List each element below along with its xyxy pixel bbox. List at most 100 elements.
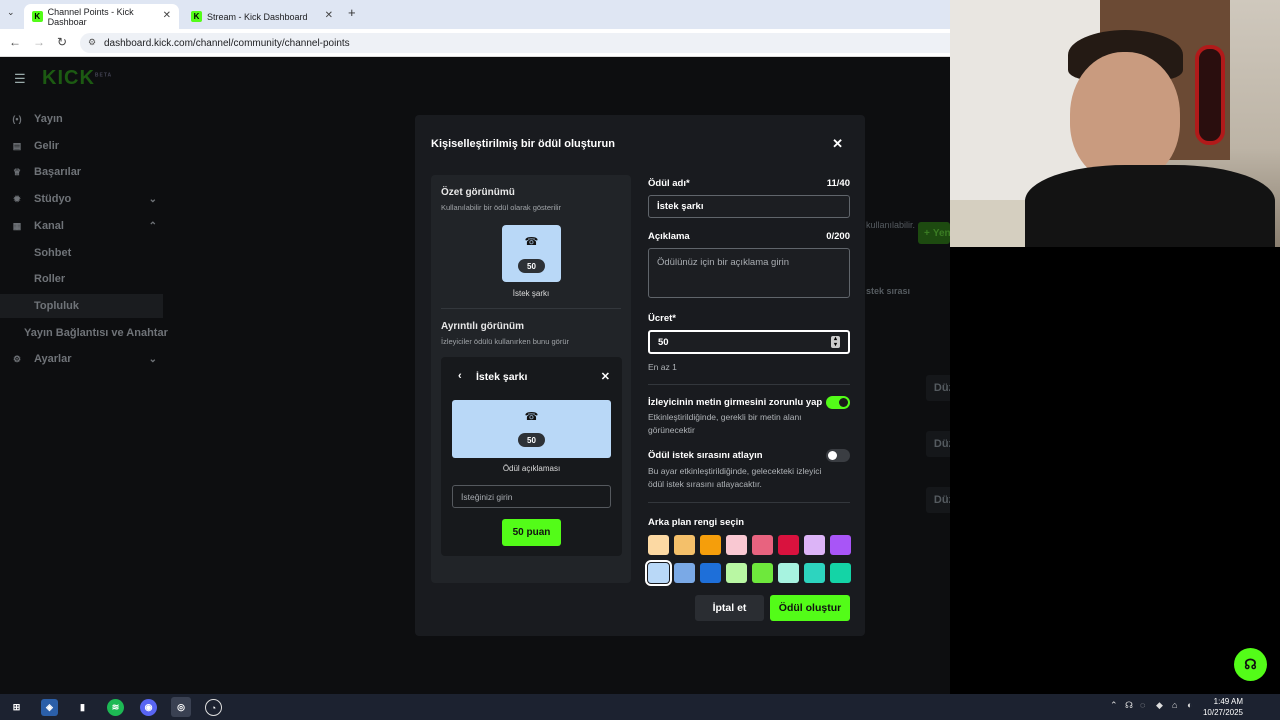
cost-pill: 50 <box>518 259 545 273</box>
tray-arrow-icon[interactable]: ⌃ <box>1110 700 1118 711</box>
sidebar-item-label: Başarılar <box>34 166 82 178</box>
color-swatch[interactable] <box>700 535 721 555</box>
network-icon[interactable]: ⌂ <box>1172 700 1177 710</box>
require-text-toggle[interactable] <box>826 396 850 409</box>
browser-tab-bar: ⌄ K Channel Points - Kick Dashboar ✕ K S… <box>0 0 950 29</box>
url-field[interactable]: ⚙ dashboard.kick.com/channel/community/c… <box>80 33 950 53</box>
app-icon[interactable]: ▮ <box>74 699 91 716</box>
detail-heading: Ayrıntılı görünüm <box>441 321 524 332</box>
color-swatch[interactable] <box>648 535 669 555</box>
new-tab-icon[interactable]: + <box>348 5 356 20</box>
sidebar-item-label: Roller <box>34 273 66 285</box>
skip-queue-description: Bu ayar etkinleştirildiğinde, gelecektek… <box>648 466 822 489</box>
edit-button[interactable]: Düzenle <box>926 487 950 513</box>
support-chat-icon[interactable]: ☊ <box>1234 648 1267 681</box>
color-swatch[interactable] <box>804 563 825 583</box>
windows-taskbar: ⊞ ◈ ▮ ≋ ◉ ◎ ◔ ⌃ ☊ ◌ ◆ ⌂ ◐ 1:49 AM 10/27/… <box>0 694 1280 720</box>
redeem-button-preview: 50 puan <box>502 519 561 546</box>
volume-icon[interactable]: ◐ <box>1187 700 1192 710</box>
sidebar-item-topluluk[interactable]: Topluluk <box>0 294 163 318</box>
sidebar-item-gelir[interactable]: ▤ Gelir <box>0 134 163 158</box>
modal-title: Kişiselleştirilmiş bir ödül oluşturun <box>431 138 615 150</box>
color-swatch[interactable] <box>645 560 672 586</box>
webcam-person-body <box>1025 165 1275 255</box>
color-label: Arka plan rengi seçin <box>648 517 745 528</box>
back-arrow-icon[interactable]: ← <box>9 35 21 49</box>
tab-close-icon[interactable]: ✕ <box>163 10 171 21</box>
card-banner: ☎ 50 <box>452 400 611 458</box>
divider <box>441 308 621 309</box>
stepper-icon[interactable]: ▴ ▾ <box>831 336 840 348</box>
tab-search-chevron-icon[interactable]: ⌄ <box>7 7 15 18</box>
color-swatch[interactable] <box>804 535 825 555</box>
sidebar-item-kanal[interactable]: ▦ Kanal ⌃ <box>0 214 163 238</box>
cost-input[interactable]: 50 ▴ ▾ <box>648 330 850 354</box>
tab-stream[interactable]: K Stream - Kick Dashboard ✕ <box>183 4 341 29</box>
tab-close-icon[interactable]: ✕ <box>325 10 333 21</box>
color-swatch[interactable] <box>830 535 851 555</box>
color-swatch[interactable] <box>674 535 695 555</box>
color-swatch[interactable] <box>830 563 851 583</box>
queue-link[interactable]: stek sırası <box>866 286 910 296</box>
description-textarea[interactable]: Ödülünüz için bir açıklama girin <box>648 248 850 298</box>
tab-channel-points[interactable]: K Channel Points - Kick Dashboar ✕ <box>24 4 179 29</box>
create-new-button[interactable]: + Yenisini oluştur <box>918 222 950 244</box>
tray-icon[interactable]: ◌ <box>1140 700 1145 710</box>
sidebar-item-ayarlar[interactable]: ⚙ Ayarlar ⌄ <box>0 347 163 371</box>
color-swatch[interactable] <box>726 563 747 583</box>
color-swatch[interactable] <box>778 563 799 583</box>
cancel-button[interactable]: İptal et <box>695 595 764 621</box>
color-swatch[interactable] <box>752 563 773 583</box>
app-icon[interactable]: ◈ <box>41 699 58 716</box>
cost-hint: En az 1 <box>648 362 677 372</box>
sidebar-item-label: Yayın <box>34 113 63 125</box>
summary-subtitle: Kullanılabilir bir ödül olarak gösterili… <box>441 203 562 212</box>
chrome-icon[interactable]: ◎ <box>171 697 191 717</box>
reload-icon[interactable]: ↻ <box>57 35 67 49</box>
divider <box>648 384 850 385</box>
require-text-label: İzleyicinin metin girmesini zorunlu yap <box>648 397 823 408</box>
summary-heading: Özet görünümü <box>441 187 515 198</box>
forward-arrow-icon[interactable]: → <box>33 35 45 49</box>
card-title: İstek şarkı <box>476 371 528 383</box>
revenue-icon: ▤ <box>12 140 22 151</box>
site-info-icon[interactable]: ⚙ <box>88 37 96 48</box>
color-swatch[interactable] <box>752 535 773 555</box>
headset-icon[interactable]: ☊ <box>1125 700 1133 711</box>
tray-icon[interactable]: ◆ <box>1156 700 1163 711</box>
reward-tile-preview: ☎ 50 <box>502 225 561 282</box>
tab-title: Stream - Kick Dashboard <box>207 11 308 22</box>
sidebar-item-studyo[interactable]: ✹ Stüdyo ⌄ <box>0 187 163 211</box>
taskbar-clock[interactable]: 1:49 AM 10/27/2025 <box>1203 696 1243 718</box>
skip-queue-toggle[interactable] <box>826 449 850 462</box>
preview-panel: Özet görünümü Kullanılabilir bir ödül ol… <box>431 175 631 583</box>
reward-name-input[interactable]: İstek şarkı <box>648 195 850 218</box>
description-label: Açıklama <box>648 231 690 242</box>
edit-button[interactable]: Düzenle <box>926 375 950 401</box>
reward-name-counter: 11/40 <box>826 178 850 189</box>
create-reward-button[interactable]: Ödül oluştur <box>770 595 850 621</box>
spotify-icon[interactable]: ≋ <box>107 699 124 716</box>
discord-icon[interactable]: ◉ <box>140 699 157 716</box>
color-swatch[interactable] <box>700 563 721 583</box>
hamburger-menu-icon[interactable]: ☰ <box>14 71 26 87</box>
sidebar-item-sohbet[interactable]: Sohbet <box>0 241 163 265</box>
windows-start-icon[interactable]: ⊞ <box>8 699 25 716</box>
close-icon[interactable]: ✕ <box>832 136 843 152</box>
sidebar-item-stream-key[interactable]: Yayın Bağlantısı ve Anahtar <box>0 321 170 345</box>
sidebar-item-yayin[interactable]: (•) Yayın <box>0 107 163 131</box>
create-reward-modal: Kişiselleştirilmiş bir ödül oluşturun ✕ … <box>415 115 865 636</box>
color-swatch[interactable] <box>778 535 799 555</box>
edit-button[interactable]: Düzenle <box>926 431 950 457</box>
tile-name: İstek şarkı <box>512 289 550 298</box>
cost-label: Ücret* <box>648 313 676 324</box>
chevron-up-icon: ⌃ <box>148 220 157 232</box>
card-description: Ödül açıklaması <box>502 464 561 473</box>
sidebar-item-label: Stüdyo <box>34 193 72 205</box>
color-swatch[interactable] <box>674 563 695 583</box>
sidebar-item-basarilar[interactable]: ♕ Başarılar <box>0 160 163 184</box>
obs-icon[interactable]: ◔ <box>205 699 222 716</box>
color-swatch[interactable] <box>726 535 747 555</box>
chevron-down-icon: ⌄ <box>148 353 157 365</box>
sidebar-item-roller[interactable]: Roller <box>0 267 163 291</box>
